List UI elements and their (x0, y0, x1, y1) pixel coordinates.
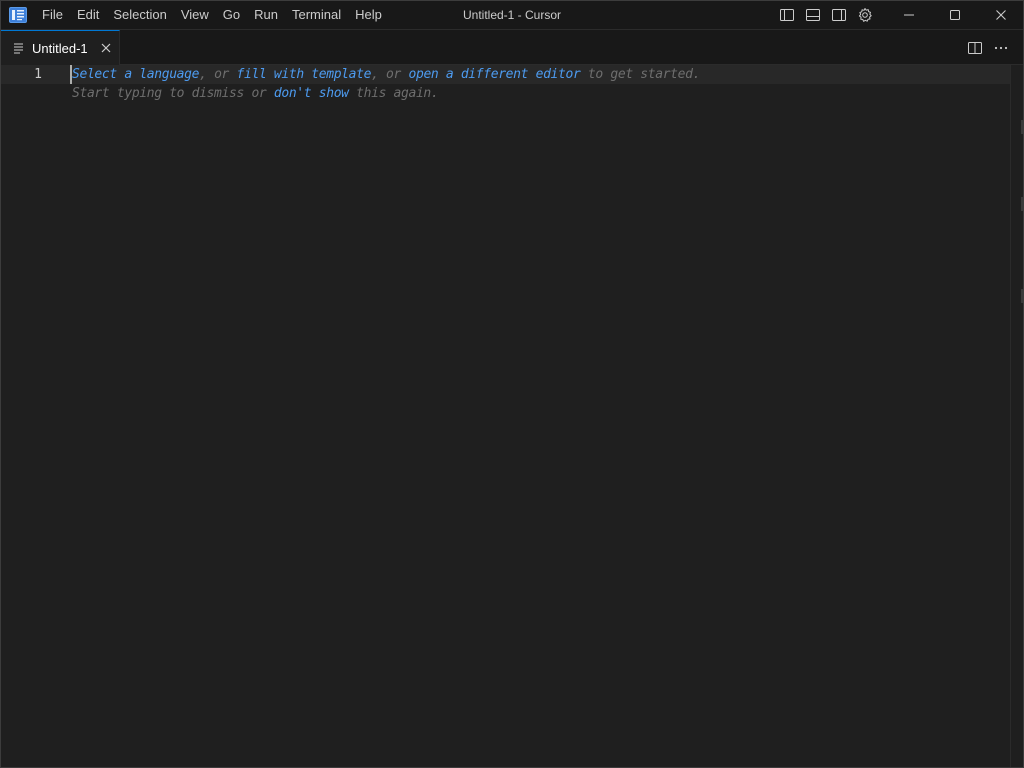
minimize-icon (904, 14, 914, 16)
ellipsis-icon (994, 46, 1008, 49)
tab-close-button[interactable] (96, 38, 116, 58)
file-lines-icon (12, 41, 26, 55)
hint-head: Start typing to dismiss or (72, 86, 274, 101)
menu-edit[interactable]: Edit (70, 4, 106, 26)
toggle-primary-sidebar-button[interactable] (774, 4, 800, 26)
editor-actions (962, 30, 1014, 65)
menu-selection[interactable]: Selection (106, 4, 173, 26)
editor-hint-line-2: Start typing to dismiss or don't show th… (72, 84, 439, 103)
sidebar-left-icon (780, 9, 794, 21)
hint-separator: , or (371, 67, 409, 82)
maximize-button[interactable] (932, 0, 978, 30)
tab-label: Untitled-1 (32, 40, 88, 56)
panel-bottom-icon (806, 9, 820, 21)
menu-terminal[interactable]: Terminal (285, 4, 348, 26)
text-editor[interactable]: 1 Select a language, or fill with templa… (0, 65, 1010, 767)
close-window-button[interactable] (978, 0, 1024, 30)
menu-go[interactable]: Go (216, 4, 247, 26)
hint-tail: this again. (348, 86, 439, 101)
close-icon (996, 10, 1006, 20)
vertical-scrollbar[interactable] (1010, 65, 1024, 767)
select-language-link[interactable]: Select a language (72, 67, 199, 82)
maximize-icon (950, 10, 960, 20)
split-editor-button[interactable] (962, 37, 988, 59)
menu-file[interactable]: File (35, 4, 70, 26)
hint-separator: , or (199, 67, 237, 82)
more-actions-button[interactable] (988, 37, 1014, 59)
close-icon (101, 43, 111, 53)
editor-tab-bar: Untitled-1 (0, 30, 1024, 65)
fill-with-template-link[interactable]: fill with template (237, 67, 372, 82)
cursor-app-icon[interactable] (9, 6, 27, 23)
menu-help[interactable]: Help (348, 4, 389, 26)
dont-show-link[interactable]: don't show (274, 86, 349, 101)
gear-icon (858, 8, 872, 22)
sidebar-right-icon (832, 9, 846, 21)
title-bar: File Edit Selection View Go Run Terminal… (0, 0, 1024, 30)
toggle-panel-button[interactable] (800, 4, 826, 26)
minimize-button[interactable] (886, 0, 932, 30)
toggle-secondary-sidebar-button[interactable] (826, 4, 852, 26)
menu-view[interactable]: View (174, 4, 216, 26)
settings-button[interactable] (852, 4, 878, 26)
split-editor-icon (968, 41, 982, 54)
line-number: 1 (34, 67, 42, 82)
tab-untitled-1[interactable]: Untitled-1 (0, 30, 120, 65)
open-different-editor-link[interactable]: open a different editor (408, 67, 580, 82)
hint-tail: to get started. (580, 67, 701, 82)
menu-bar: File Edit Selection View Go Run Terminal… (35, 0, 389, 30)
title-controls (774, 0, 1024, 30)
editor-hint-line-1: Select a language, or fill with template… (72, 65, 700, 84)
menu-run[interactable]: Run (247, 4, 285, 26)
